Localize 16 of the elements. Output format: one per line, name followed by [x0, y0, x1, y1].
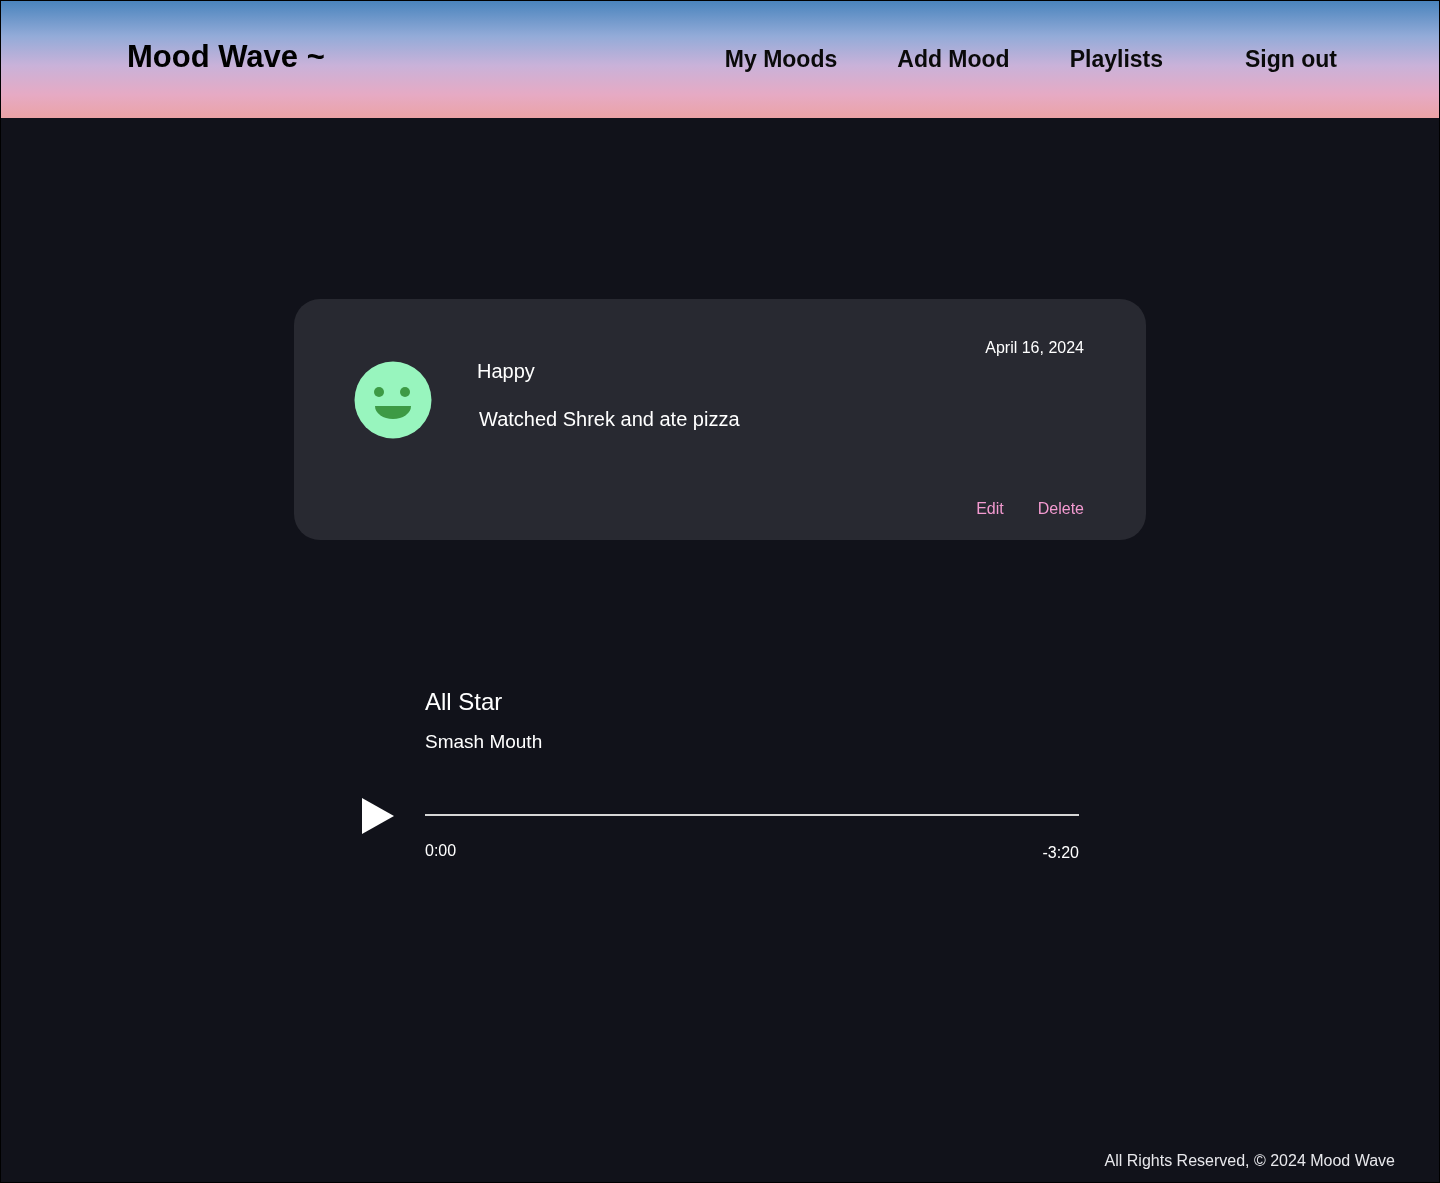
action-link[interactable]: Edit	[976, 500, 1004, 518]
mood-date: April 16, 2024	[985, 338, 1084, 357]
remaining-time: -3:20	[1042, 844, 1079, 862]
logo-link[interactable]: Mood Wave ~	[127, 38, 325, 75]
mood-note: Watched Shrek and ate pizza	[479, 408, 741, 431]
nav-link[interactable]: Sign out	[1245, 46, 1337, 73]
artist-name: Smash Mouth	[425, 731, 544, 753]
nav-link[interactable]: Playlists	[1069, 46, 1163, 73]
play-icon[interactable]	[361, 797, 395, 835]
copyright-text: All Rights Reserved, © 2024 Mood Wave	[1104, 1152, 1395, 1170]
nav-link[interactable]: Add Mood	[897, 46, 1010, 73]
nav-link[interactable]: My Moods	[724, 46, 838, 73]
song-title: All Star	[425, 688, 504, 716]
mood-label: Happy	[477, 360, 536, 383]
action-link[interactable]: Delete	[1037, 500, 1084, 518]
elapsed-time: 0:00	[425, 842, 457, 861]
